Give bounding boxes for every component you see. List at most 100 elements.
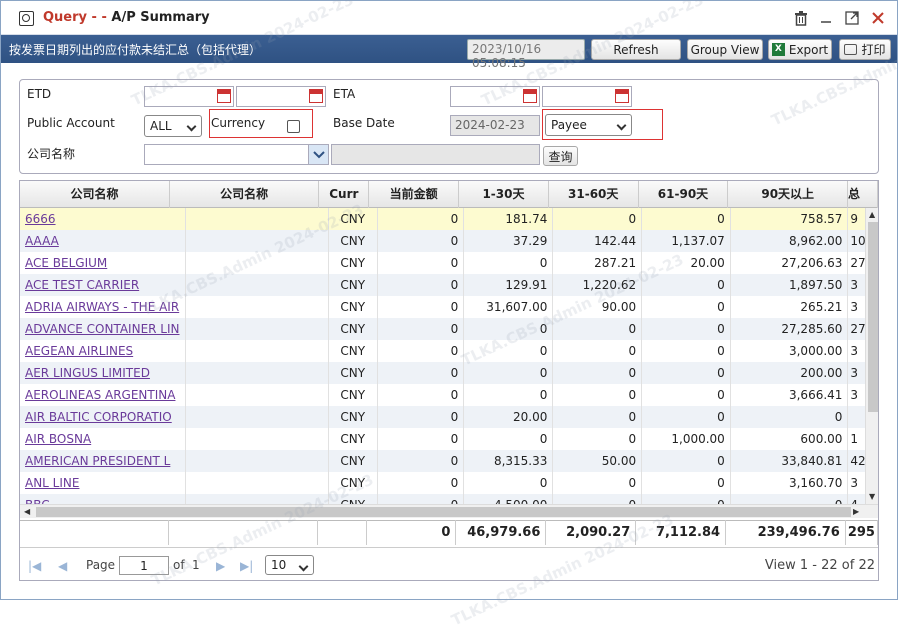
calendar-icon[interactable] bbox=[217, 89, 231, 103]
table-row[interactable]: AAAA CNY 0 37.29 142.44 1,137.07 8,962.00 10 bbox=[20, 230, 878, 252]
company-link[interactable]: AEGEAN AIRLINES bbox=[20, 340, 186, 362]
last-page-icon[interactable]: ▶| bbox=[240, 559, 253, 573]
query-icon bbox=[19, 11, 34, 26]
calendar-icon[interactable] bbox=[615, 89, 629, 103]
company-link[interactable]: ACE BELGIUM bbox=[20, 252, 186, 274]
print-button[interactable]: 打印 bbox=[839, 39, 891, 60]
eta-from-input[interactable] bbox=[450, 86, 540, 107]
column-header[interactable]: 总 bbox=[847, 181, 878, 207]
minimize-icon[interactable] bbox=[818, 10, 834, 26]
company-link[interactable]: ANL LINE bbox=[20, 472, 186, 494]
page-size-select[interactable]: 10 bbox=[265, 555, 314, 575]
column-header[interactable]: 90天以上 bbox=[727, 181, 849, 207]
currency-cell: CNY bbox=[328, 450, 378, 472]
amount-cell: 37.29 bbox=[463, 230, 554, 252]
company-link[interactable]: AIR BALTIC CORPORATIO bbox=[20, 406, 186, 428]
amount-cell: 0 bbox=[641, 472, 731, 494]
amount-cell: 3,160.70 bbox=[730, 472, 849, 494]
amount-cell: 0 bbox=[377, 296, 465, 318]
ap-summary-window: Query - - A/P Summary 按发票日期列出的应付款未结汇总（包括… bbox=[0, 0, 898, 629]
company-link[interactable]: AIR BOSNA bbox=[20, 428, 186, 450]
table-row[interactable]: AIR BOSNA CNY 0 0 0 1,000.00 600.00 1 bbox=[20, 428, 878, 450]
amount-cell: 31,607.00 bbox=[463, 296, 554, 318]
column-header[interactable]: 当前金额 bbox=[368, 181, 460, 207]
table-row[interactable]: 6666 CNY 0 181.74 0 0 758.57 9 bbox=[20, 208, 878, 230]
query-button[interactable]: 查询 bbox=[543, 146, 578, 166]
trash-icon[interactable] bbox=[793, 10, 809, 26]
company-name-2-cell bbox=[185, 340, 329, 362]
amount-cell: 33,840.81 bbox=[730, 450, 849, 472]
horizontal-scroll-thumb[interactable] bbox=[36, 507, 851, 517]
table-row[interactable]: ADRIA AIRWAYS - THE AIR CNY 0 31,607.00 90.0… bbox=[20, 296, 878, 318]
vertical-scroll-thumb[interactable] bbox=[868, 222, 878, 412]
table-row[interactable]: AER LINGUS LIMITED CNY 0 0 0 0 200.00 3 bbox=[20, 362, 878, 384]
column-header[interactable]: 31-60天 bbox=[548, 181, 639, 207]
export-button[interactable]: X Export bbox=[768, 39, 832, 60]
column-header[interactable]: 1-30天 bbox=[458, 181, 549, 207]
amount-cell: 0 bbox=[552, 406, 643, 428]
etd-to-input[interactable] bbox=[236, 86, 326, 107]
column-header[interactable]: Curr bbox=[318, 181, 370, 207]
total-pages: 1 bbox=[192, 558, 200, 572]
amount-cell: 8,962.00 bbox=[730, 230, 849, 252]
company-link[interactable]: AAAA bbox=[20, 230, 186, 252]
table-row[interactable]: AEGEAN AIRLINES CNY 0 0 0 0 3,000.00 3 bbox=[20, 340, 878, 362]
base-date-input[interactable]: 2024-02-23 bbox=[450, 115, 540, 136]
table-row[interactable]: ACE BELGIUM CNY 0 0 287.21 20.00 27,206.63 27 bbox=[20, 252, 878, 274]
currency-cell: CNY bbox=[328, 318, 378, 340]
company-name-combo[interactable] bbox=[144, 144, 329, 165]
first-page-icon[interactable]: |◀ bbox=[28, 559, 41, 573]
etd-from-input[interactable] bbox=[144, 86, 234, 107]
currency-label: Currency bbox=[211, 116, 266, 130]
company-name-2-cell bbox=[185, 362, 329, 384]
column-header[interactable]: 61-90天 bbox=[638, 181, 729, 207]
column-header[interactable]: 公司名称 bbox=[20, 181, 170, 207]
table-row[interactable]: AEROLINEAS ARGENTINA CNY 0 0 0 0 3,666.41 3 bbox=[20, 384, 878, 406]
payee-select[interactable]: Payee bbox=[545, 114, 632, 136]
table-row[interactable]: ACE TEST CARRIER CNY 0 129.91 1,220.62 0 1,897… bbox=[20, 274, 878, 296]
company-name-2-cell bbox=[185, 406, 329, 428]
company-link[interactable]: AER LINGUS LIMITED bbox=[20, 362, 186, 384]
amount-cell: 200.00 bbox=[730, 362, 849, 384]
title-separator: - - bbox=[87, 10, 112, 25]
currency-cell: CNY bbox=[328, 362, 378, 384]
vertical-scrollbar[interactable]: ▲ ▼ bbox=[865, 208, 878, 504]
maximize-icon[interactable] bbox=[844, 10, 860, 26]
company-name-2-cell bbox=[185, 274, 329, 296]
column-header[interactable]: 公司名称 bbox=[169, 181, 320, 207]
close-icon[interactable] bbox=[870, 10, 886, 26]
company-link[interactable]: 6666 bbox=[20, 208, 186, 230]
total-31-60: 2,090.27 bbox=[545, 520, 637, 545]
currency-checkbox[interactable] bbox=[287, 120, 300, 133]
company-link[interactable]: ADVANCE CONTAINER LIN bbox=[20, 318, 186, 340]
amount-cell: 758.57 bbox=[730, 208, 849, 230]
public-account-select[interactable]: ALL bbox=[144, 115, 202, 137]
group-view-button[interactable]: Group View bbox=[687, 39, 763, 60]
company-link[interactable]: AEROLINEAS ARGENTINA bbox=[20, 384, 186, 406]
page-number-input[interactable]: 1 bbox=[119, 556, 169, 575]
company-link[interactable]: ADRIA AIRWAYS - THE AIR bbox=[20, 296, 186, 318]
table-row[interactable]: ANL LINE CNY 0 0 0 0 3,160.70 3 bbox=[20, 472, 878, 494]
calendar-icon[interactable] bbox=[309, 89, 323, 103]
company-link[interactable]: ACE TEST CARRIER bbox=[20, 274, 186, 296]
amount-cell: 1,220.62 bbox=[552, 274, 643, 296]
grid-footer-totals: 0 46,979.66 2,090.27 7,112.84 239,496.76… bbox=[20, 520, 878, 545]
refresh-button[interactable]: Refresh bbox=[591, 39, 681, 60]
currency-cell: CNY bbox=[328, 384, 378, 406]
table-row[interactable]: ADVANCE CONTAINER LIN CNY 0 0 0 0 27,285.60 27 bbox=[20, 318, 878, 340]
chevron-down-icon[interactable] bbox=[308, 145, 328, 164]
amount-cell: 0 bbox=[552, 208, 643, 230]
table-row[interactable]: AMERICAN PRESIDENT L CNY 0 8,315.33 50.00 0 33… bbox=[20, 450, 878, 472]
company-link[interactable]: AMERICAN PRESIDENT L bbox=[20, 450, 186, 472]
view-range-info: View 1 - 22 of 22 bbox=[764, 558, 875, 573]
calendar-icon[interactable] bbox=[523, 89, 537, 103]
horizontal-scrollbar[interactable]: ◀ ▶ bbox=[20, 504, 878, 518]
currency-cell: CNY bbox=[328, 406, 378, 428]
table-row[interactable]: AIR BALTIC CORPORATIO CNY 0 20.00 0 0 0 bbox=[20, 406, 878, 428]
amount-cell: 0 bbox=[463, 318, 554, 340]
prev-page-icon[interactable]: ◀ bbox=[58, 559, 67, 573]
amount-cell: 287.21 bbox=[552, 252, 643, 274]
eta-to-input[interactable] bbox=[542, 86, 632, 107]
amount-cell: 265.21 bbox=[730, 296, 849, 318]
next-page-icon[interactable]: ▶ bbox=[216, 559, 225, 573]
